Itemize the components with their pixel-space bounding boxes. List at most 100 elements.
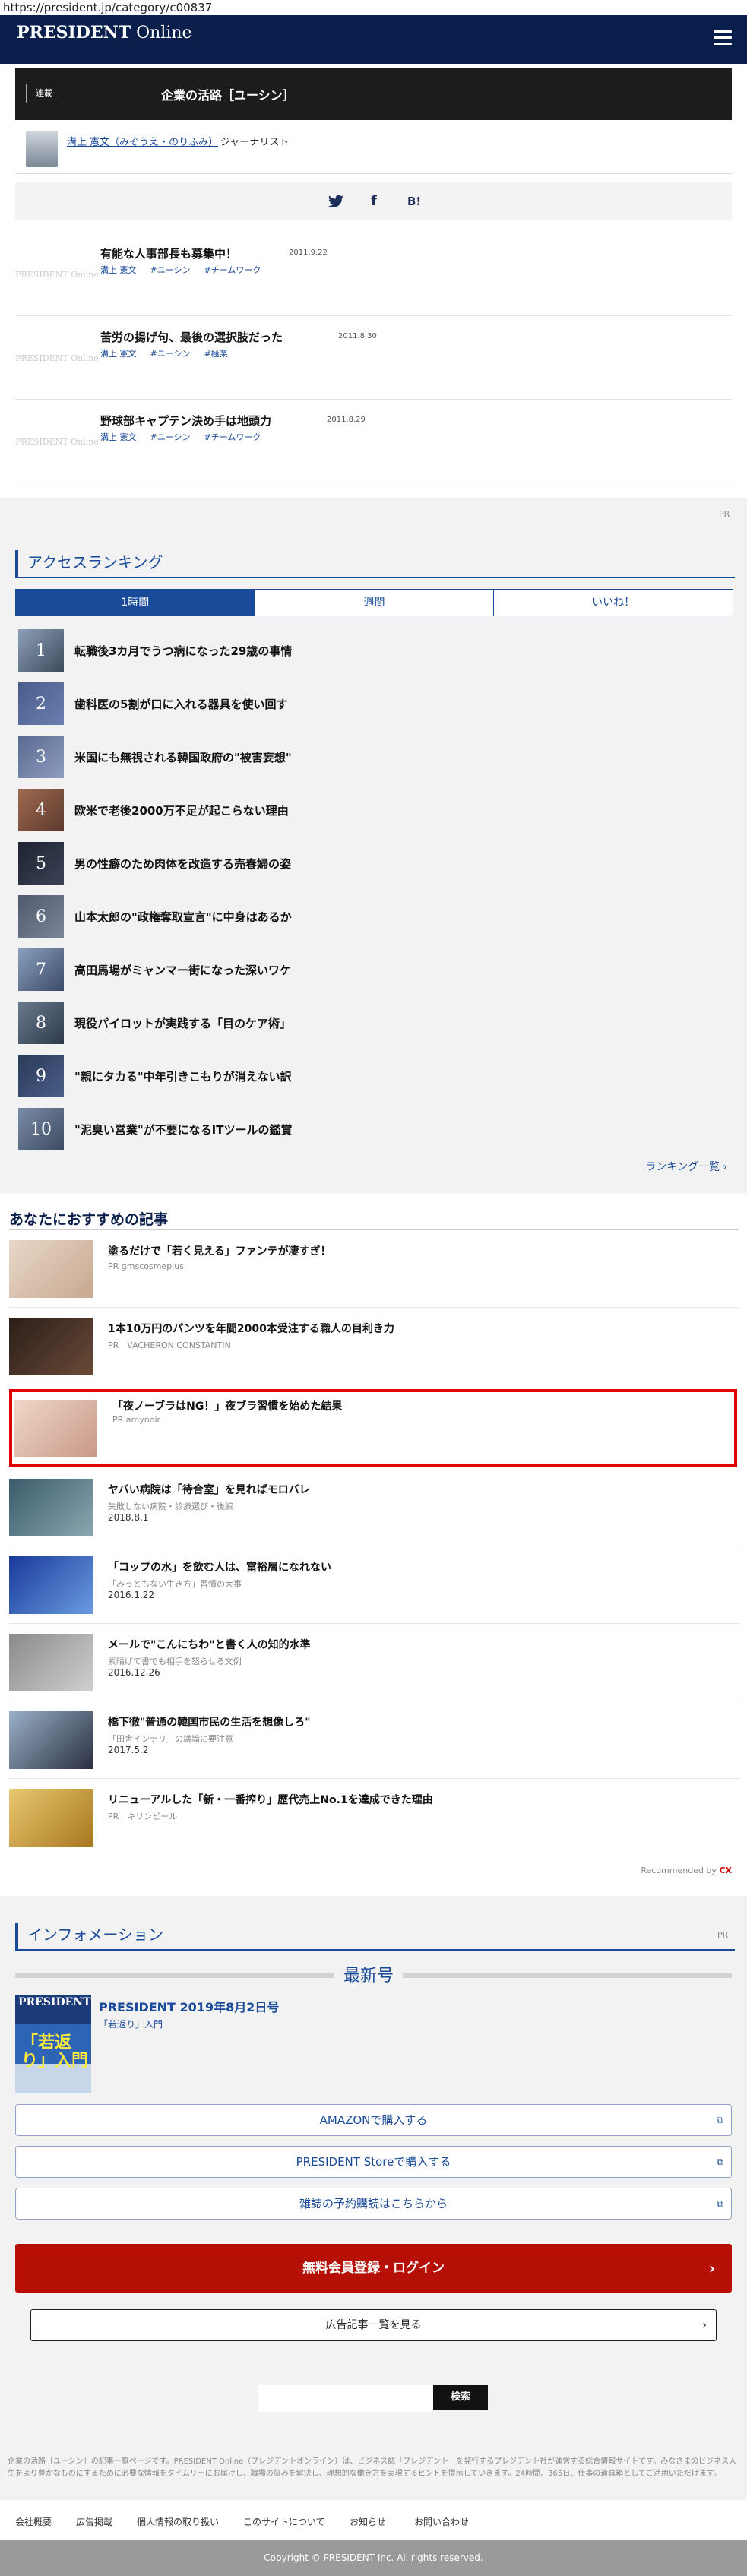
footer-link[interactable]: お知らせ — [350, 2515, 386, 2528]
amazon-buy-button[interactable]: AMAZONで購入する ⧉ — [15, 2104, 732, 2136]
tag[interactable]: #チームワーク — [204, 265, 261, 275]
rank-title[interactable]: 欧米で老後2000万不足が起こらない理由 — [74, 802, 289, 818]
recommend-title-text[interactable]: ヤバい病院は「待合室」を見ればモロバレ — [108, 1482, 310, 1497]
recommend-credit: Recommended by CX — [641, 1866, 732, 1875]
ranking-item[interactable]: 10 "泥臭い営業"が不要になるITツールの鑑賞 — [18, 1108, 733, 1150]
share-bar: f B! — [15, 182, 732, 220]
cover-title: PRESIDENT — [18, 1996, 91, 2008]
login-button[interactable]: 無料会員登録・ログイン › — [15, 2244, 732, 2293]
credit-text: Recommended by — [641, 1866, 717, 1875]
recommend-date: 2018.8.1 — [108, 1512, 149, 1523]
article-date: 2011.9.22 — [289, 248, 328, 257]
recommend-item[interactable]: 「コップの水」を飲む人は、富裕層になれない 「みっともない生き方」習慣の大事 2… — [9, 1547, 739, 1624]
footer-link[interactable]: 会社概要 — [15, 2515, 52, 2528]
tag[interactable]: #極楽 — [204, 349, 228, 359]
rank-title[interactable]: 山本太郎の"政権奪取宣言"に中身はあるか — [74, 909, 292, 925]
ranking-item[interactable]: 9 "親にタカる"中年引きこもりが消えない訳 — [18, 1055, 733, 1097]
facebook-icon[interactable]: f — [371, 193, 377, 209]
recommend-item[interactable]: 塗るだけで「若く見える」ファンテが凄すぎ！ PR gmscosmeplus — [9, 1231, 739, 1308]
author-name-link[interactable]: 溝上 憲文（みぞうえ・のりふみ） — [67, 134, 218, 148]
tag[interactable]: #ユーシン — [150, 432, 191, 442]
rank-title[interactable]: 歯科医の5割が口に入れる器具を使い回す — [74, 696, 287, 712]
ranking-more-link[interactable]: ランキング一覧 › — [645, 1159, 727, 1174]
search-button[interactable]: 検索 — [433, 2385, 488, 2410]
twitter-icon[interactable] — [328, 195, 343, 208]
rank-number: 3 — [18, 736, 64, 778]
rank-title[interactable]: 米国にも無視される韓国政府の"被害妄想" — [74, 749, 292, 765]
rank-number: 7 — [18, 948, 64, 991]
recommend-item[interactable]: 橋下徹"普通の韓国市民の生活を想像しろ" 「田舎インテリ」の議論に要注意 201… — [9, 1702, 739, 1779]
author-row: 溝上 憲文（みぞうえ・のりふみ） ジャーナリスト — [15, 120, 732, 174]
search-input[interactable] — [258, 2385, 435, 2412]
subscription-button[interactable]: 雑誌の予約購読はこちらから ⧉ — [15, 2188, 732, 2220]
recommend-title-text[interactable]: 「コップの水」を飲む人は、富裕層になれない — [108, 1559, 331, 1574]
magazine-title[interactable]: PRESIDENT 2019年8月2日号 — [99, 1997, 279, 2015]
recommend-title-text[interactable]: 橋下徹"普通の韓国市民の生活を想像しろ" — [108, 1714, 311, 1729]
rank-number: 1 — [18, 629, 64, 672]
article-title[interactable]: 野球部キャプテン決め手は地頭力 — [100, 413, 271, 429]
rank-title[interactable]: 男の性癖のため肉体を改造する売春婦の姿 — [74, 856, 291, 872]
tab-weekly[interactable]: 週間 — [254, 590, 494, 616]
site-logo[interactable]: PRESIDENT Online — [17, 23, 192, 43]
tag[interactable]: #チームワーク — [204, 432, 261, 442]
recommend-title-text[interactable]: リニューアルした「新・一番搾り」歴代売上No.1を達成できた理由 — [108, 1792, 433, 1807]
ranking-item[interactable]: 8 現役パイロットが実践する「目のケア術」 — [18, 1002, 733, 1044]
rank-title[interactable]: "親にタカる"中年引きこもりが消えない訳 — [74, 1068, 292, 1084]
footer-link[interactable]: お問い合わせ — [414, 2515, 469, 2528]
author-avatar — [26, 131, 58, 167]
article-date: 2011.8.29 — [327, 416, 366, 424]
serial-title: 企業の活路［ユーシン］ — [161, 88, 295, 103]
hamburger-menu-icon[interactable] — [714, 30, 732, 46]
rank-title[interactable]: 現役パイロットが実践する「目のケア術」 — [74, 1015, 291, 1031]
tag-author[interactable]: 溝上 憲文 — [100, 432, 137, 442]
ranking-item[interactable]: 6 山本太郎の"政権奪取宣言"に中身はあるか — [18, 895, 733, 938]
tag[interactable]: #ユーシン — [150, 349, 191, 359]
ranking-item[interactable]: 5 男の性癖のため肉体を改造する売春婦の姿 — [18, 842, 733, 885]
recommend-title-text[interactable]: メールで"こんにちわ"と書く人の知的水準 — [108, 1637, 311, 1652]
recommend-title-text[interactable]: 1本10万円のパンツを年間2000本受注する職人の目利き力 — [108, 1321, 394, 1336]
recommend-thumbnail — [9, 1711, 93, 1769]
article-tags: 溝上 憲文 #ユーシン #チームワーク — [100, 431, 274, 443]
article-title[interactable]: 苦労の揚げ句、最後の選択肢だった — [100, 329, 283, 345]
article-title[interactable]: 有能な人事部長も募集中！ — [100, 245, 237, 261]
recommend-item[interactable]: 1本10万円のパンツを年間2000本受注する職人の目利き力 PR VACHERO… — [9, 1309, 739, 1385]
site-header: PRESIDENT Online — [0, 15, 747, 64]
ranking-item[interactable]: 7 高田馬場がミャンマー街になった深いワケ — [18, 948, 733, 991]
recommend-thumbnail — [9, 1556, 93, 1614]
recommend-source: 素晴げて書でも相手を怒らせる文例 — [108, 1657, 242, 1666]
footer-link[interactable]: 広告掲載 — [76, 2515, 112, 2528]
tag-author[interactable]: 溝上 憲文 — [100, 349, 137, 359]
copyright: Copyright © PRESIDENT Inc. All rights re… — [0, 2540, 747, 2576]
tag[interactable]: #ユーシン — [150, 265, 191, 275]
url-text: https://president.jp/category/c00837 — [0, 0, 747, 15]
ranking-item[interactable]: 4 欧米で老後2000万不足が起こらない理由 — [18, 789, 733, 831]
ranking-item[interactable]: 3 米国にも無視される韓国政府の"被害妄想" — [18, 736, 733, 778]
recommend-source: PR gmscosmeplus — [108, 1261, 184, 1271]
ad-list-button[interactable]: 広告記事一覧を見る › — [30, 2309, 717, 2341]
footer-link[interactable]: このサイトについて — [243, 2515, 325, 2528]
article-item[interactable]: PRESIDENT Online 野球部キャプテン決め手は地頭力 2011.8.… — [15, 399, 732, 483]
recommend-title-text[interactable]: 塗るだけで「若く見える」ファンテが凄すぎ！ — [108, 1243, 331, 1258]
recommend-item[interactable]: メールで"こんにちわ"と書く人の知的水準 素晴げて書でも相手を怒らせる文例 20… — [9, 1625, 739, 1701]
ranking-item[interactable]: 1 転職後3カ月でうつ病になった29歳の事情 — [18, 629, 733, 672]
store-buy-button[interactable]: PRESIDENT Storeで購入する ⧉ — [15, 2146, 732, 2178]
rank-title[interactable]: 高田馬場がミャンマー街になった深いワケ — [74, 962, 291, 978]
footer-link[interactable]: 個人情報の取り扱い — [137, 2515, 219, 2528]
recommend-item[interactable]: ヤバい病院は「待合室」を見ればモロバレ 失敗しない病院・診療選び・後編 2018… — [9, 1470, 739, 1546]
tag-author[interactable]: 溝上 憲文 — [100, 265, 137, 275]
rank-title[interactable]: "泥臭い営業"が不要になるITツールの鑑賞 — [74, 1122, 292, 1138]
hatena-bookmark-icon[interactable]: B! — [407, 195, 421, 208]
tab-hourly[interactable]: 1時間 — [16, 590, 255, 616]
rank-number: 4 — [18, 789, 64, 831]
magazine-subtitle: 「若返り」入門 — [99, 2019, 163, 2030]
article-item[interactable]: PRESIDENT Online 有能な人事部長も募集中！ 2011.9.22 … — [15, 232, 732, 316]
recommend-item[interactable]: リニューアルした「新・一番搾り」歴代売上No.1を達成できた理由 PR キリンビ… — [9, 1780, 739, 1856]
article-item[interactable]: PRESIDENT Online 苦労の揚げ句、最後の選択肢だった 2011.8… — [15, 315, 732, 400]
ranking-tabs: 1時間 週間 いいね！ — [15, 589, 733, 616]
ranking-item[interactable]: 2 歯科医の5割が口に入れる器具を使い回す — [18, 682, 733, 725]
tab-likes[interactable]: いいね！ — [493, 590, 733, 616]
recommend-source: 「田舎インテリ」の議論に要注意 — [108, 1734, 233, 1744]
magazine-cover[interactable]: PRESIDENT 「若返り」入門 — [15, 1995, 91, 2093]
rank-title[interactable]: 転職後3カ月でうつ病になった29歳の事情 — [74, 643, 292, 659]
article-tags: 溝上 憲文 #ユーシン #チームワーク — [100, 264, 274, 276]
